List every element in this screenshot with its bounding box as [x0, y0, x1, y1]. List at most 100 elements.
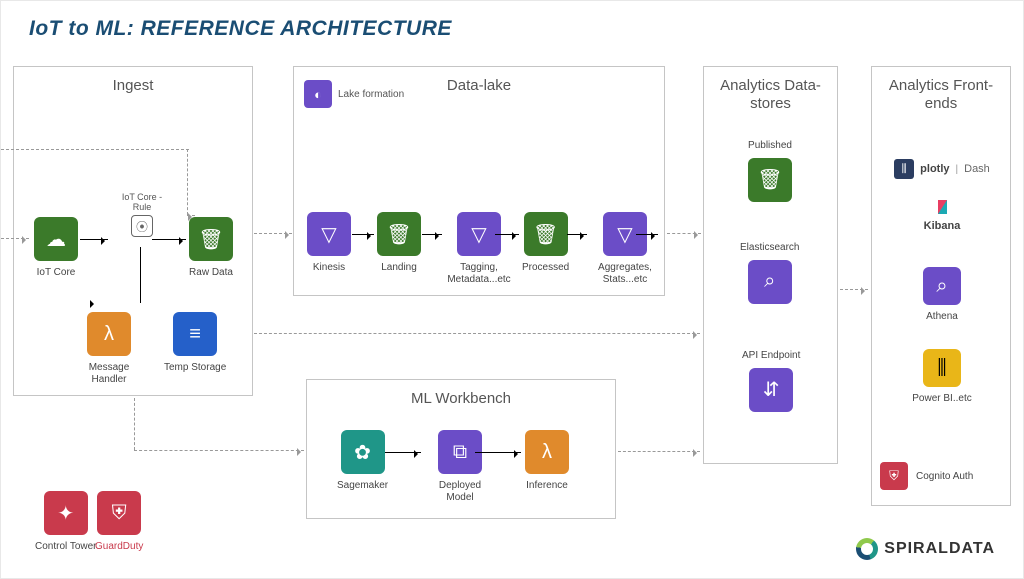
frontends-panel: Analytics Front-ends ⫼ plotly | Dash Kib… [871, 66, 1011, 506]
iot-core-icon: ☁ [34, 217, 78, 261]
powerbi-icon: ⫼ [923, 349, 961, 387]
processed-label: Processed [522, 262, 569, 274]
athena-item: ⌕ Athena [886, 267, 998, 322]
guardduty-icon: ⛨ [97, 491, 141, 535]
arrow-rule-down [140, 247, 141, 303]
kinesis-node: ▽ Kinesis [307, 212, 351, 274]
control-tower-node: ✦ Control Tower [35, 491, 97, 553]
bucket-icon: 🗑 [189, 217, 233, 261]
aggregates-node: ▽ Aggregates, Stats...etc [590, 212, 660, 285]
lakeformation-badge: ◐ Lake formation [304, 80, 404, 108]
deployed-model-node: ⧉ Deployed Model [425, 430, 495, 503]
mlwb-panel: ML Workbench ✿ Sagemaker ⧉ Deployed Mode… [306, 379, 616, 519]
iot-rule-node: IoT Core - Rule ⦿ [112, 192, 172, 237]
spiral-logo-icon [856, 538, 878, 560]
funnel-icon: ▽ [457, 212, 501, 256]
search-icon: ⌕ [748, 260, 792, 304]
arrow-dashed-down [187, 149, 188, 215]
iot-rule-icon: ⦿ [131, 215, 153, 237]
sagemaker-label: Sagemaker [337, 480, 388, 492]
model-icon: ⧉ [438, 430, 482, 474]
arrow-iotcore-rule [80, 239, 108, 240]
funnel-icon: ▽ [603, 212, 647, 256]
api-endpoint-node: API Endpoint ⇵ [742, 350, 800, 412]
processed-node: 🗑 Processed [522, 212, 569, 274]
bucket-icon: 🗑 [748, 158, 792, 202]
api-endpoint-label: API Endpoint [742, 350, 800, 362]
arrow-dashed-top [1, 149, 189, 150]
arrow-datalake-to-stores [667, 233, 701, 234]
control-tower-label: Control Tower [35, 541, 97, 553]
sagemaker-node: ✿ Sagemaker [337, 430, 388, 492]
plotly-icon: ⫼ [894, 159, 914, 179]
inference-label: Inference [526, 480, 568, 492]
arrow-rule-rawdata [152, 239, 186, 240]
temp-storage-label: Temp Storage [164, 362, 226, 374]
raw-data-label: Raw Data [189, 267, 233, 279]
kinesis-label: Kinesis [313, 262, 345, 274]
brain-icon: ✿ [341, 430, 385, 474]
dash-label: Dash [964, 163, 990, 175]
lambda-icon: λ [87, 312, 131, 356]
control-tower-icon: ✦ [44, 491, 88, 535]
lakeformation-icon: ◐ [304, 80, 332, 108]
database-icon: ≡ [173, 312, 217, 356]
powerbi-item: ⫼ Power BI..etc [886, 349, 998, 404]
mlwb-title: ML Workbench [307, 380, 615, 407]
kibana-item: Kibana [886, 200, 998, 232]
published-node: Published 🗑 [748, 140, 792, 202]
landing-label: Landing [381, 262, 417, 274]
frontends-title: Analytics Front-ends [872, 67, 1010, 113]
datastores-panel: Analytics Data-stores Published 🗑 Elasti… [703, 66, 838, 464]
iot-core-label: IoT Core [37, 267, 76, 279]
arrow-ml-1 [385, 452, 421, 453]
kibana-icon [938, 200, 947, 214]
raw-data-node: 🗑 Raw Data [189, 217, 233, 279]
branding: SPIRALDATA [856, 538, 995, 560]
guardduty-node: ⛨ GuardDuty [95, 491, 143, 553]
brand-label: SPIRALDATA [884, 540, 995, 558]
inference-node: λ Inference [525, 430, 569, 492]
landing-node: 🗑 Landing [377, 212, 421, 274]
arrow-ml-to-stores [618, 451, 700, 452]
elasticsearch-node: Elasticsearch ⌕ [740, 242, 799, 304]
deployed-model-label: Deployed Model [425, 480, 495, 503]
arrow-ingest-to-stores-mid [254, 333, 700, 334]
lambda-icon: λ [525, 430, 569, 474]
path-ingest-ml-h [134, 450, 304, 451]
arrow-dl-2 [422, 234, 442, 235]
bucket-icon: 🗑 [377, 212, 421, 256]
tagging-label: Tagging, Metadata...etc [444, 262, 514, 285]
datastores-title: Analytics Data-stores [704, 67, 837, 113]
plotly-label: plotly [920, 163, 949, 175]
arrow-ingest-to-datalake [254, 233, 292, 234]
plotly-dash-item: ⫼ plotly | Dash [886, 159, 998, 179]
tagging-node: ▽ Tagging, Metadata...etc [444, 212, 514, 285]
path-ingest-ml-v [134, 398, 135, 450]
arrow-stores-to-frontends [840, 289, 868, 290]
message-handler-node: λ Message Handler [74, 312, 144, 385]
lakeformation-label: Lake formation [338, 89, 404, 100]
message-handler-label: Message Handler [74, 362, 144, 385]
arrow-dl-1 [352, 234, 374, 235]
bucket-icon: 🗑 [524, 212, 568, 256]
cognito-label: Cognito Auth [916, 471, 973, 482]
page-title: IoT to ML: REFERENCE ARCHITECTURE [29, 17, 452, 41]
cognito-item: ⛨ Cognito Auth [880, 462, 992, 490]
athena-icon: ⌕ [923, 267, 961, 305]
api-icon: ⇵ [749, 368, 793, 412]
datalake-panel: Data-lake ◐ Lake formation ▽ Kinesis 🗑 L… [293, 66, 665, 296]
temp-storage-node: ≡ Temp Storage [164, 312, 226, 374]
elasticsearch-label: Elasticsearch [740, 242, 799, 254]
published-label: Published [748, 140, 792, 152]
auth-icon: ⛨ [880, 462, 908, 490]
funnel-icon: ▽ [307, 212, 351, 256]
aggregates-label: Aggregates, Stats...etc [590, 262, 660, 285]
ingest-title: Ingest [14, 67, 252, 94]
athena-label: Athena [926, 311, 958, 322]
guardduty-label: GuardDuty [95, 541, 143, 553]
arrow-dl-4 [567, 234, 587, 235]
kibana-label: Kibana [924, 220, 961, 232]
ingest-panel: Ingest ☁ IoT Core IoT Core - Rule ⦿ 🗑 Ra… [13, 66, 253, 396]
powerbi-label: Power BI..etc [912, 393, 971, 404]
